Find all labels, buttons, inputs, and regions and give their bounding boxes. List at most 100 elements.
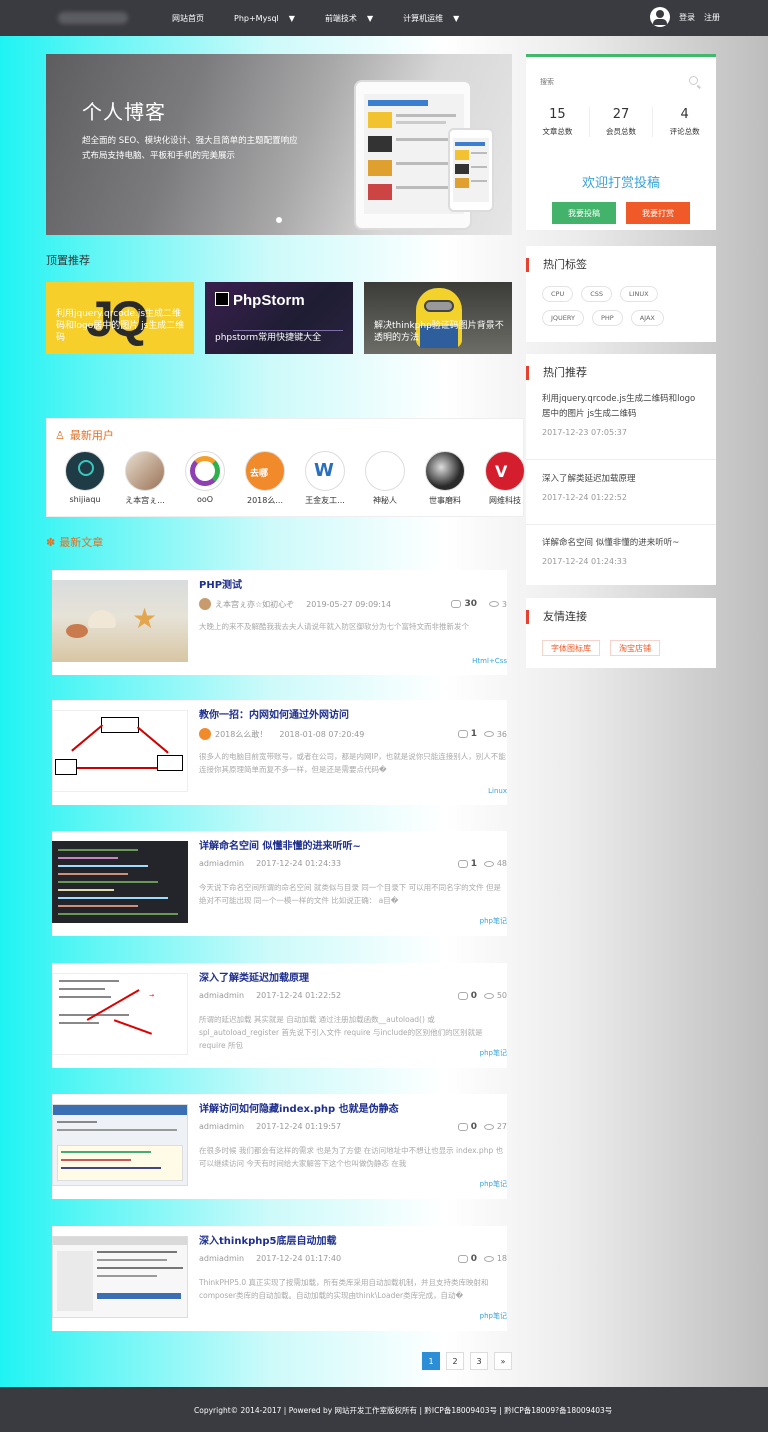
eye-icon xyxy=(483,1255,494,1262)
tag-cpu[interactable]: CPU xyxy=(542,286,574,302)
top-recommend-title: 顶置推荐 xyxy=(46,254,90,267)
user-item[interactable]: 去哪 2018么... xyxy=(235,451,295,506)
article-title[interactable]: PHP测试 xyxy=(199,576,242,591)
article-thumbnail[interactable]: ★ xyxy=(52,580,188,662)
tag-jquery[interactable]: JQUERY xyxy=(542,310,584,326)
article-meta: admiadmin 2017-12-24 01:17:40 0 18 xyxy=(199,1253,507,1264)
article-thumbnail[interactable]: → xyxy=(52,973,188,1055)
search-stats-panel: 15文章总数 27会员总数 4评论总数 欢迎打赏投稿 我要投稿 我要打赏 xyxy=(526,54,716,230)
user-item[interactable]: 神秘人 xyxy=(355,451,415,506)
article-meta: admiadmin 2017-12-24 01:24:33 1 48 xyxy=(199,858,507,869)
nav-item-php-mysql[interactable]: Php+Mysql ▼ xyxy=(234,14,295,23)
article-title[interactable]: 深入thinkphp5底层自动加载 xyxy=(199,1232,337,1247)
hot-recommend-panel: 热门推荐 利用jquery.qrcode.js生成二维码和logo居中的图片 j… xyxy=(526,354,716,585)
site-logo[interactable] xyxy=(58,12,128,24)
article-excerpt: 今天说下命名空间所谓的命名空间 就类似与目录 同一个目录下 可以用不同名字的文件… xyxy=(199,883,502,905)
user-avatar-icon[interactable] xyxy=(650,7,670,27)
tag-ajax[interactable]: AJAX xyxy=(630,310,664,326)
article-thumbnail[interactable] xyxy=(52,1236,188,1318)
hero-banner[interactable]: 个人博客 超全面的 SEO、模块化设计、强大且简单的主题配置响应式布局支持电脑、… xyxy=(46,54,512,235)
phpstorm-logo: PhpStorm xyxy=(233,292,305,309)
author-avatar xyxy=(199,728,211,740)
eye-icon xyxy=(483,860,494,867)
article-excerpt: 在很多时候 我们都会有这样的需求 也是为了方便 在访问地址中不想让也显示 ind… xyxy=(199,1146,504,1168)
user-item[interactable]: え本宫ぇ... xyxy=(115,451,175,506)
article-title[interactable]: 教你一招：内网如何通过外网访问 xyxy=(199,706,349,721)
article-meta: admiadmin 2017-12-24 01:22:52 0 50 xyxy=(199,990,507,1001)
article-card[interactable]: → 深入了解类延迟加载原理 admiadmin 2017-12-24 01:22… xyxy=(52,963,507,1068)
nav-item-ops[interactable]: 计算机运维 ▼ xyxy=(403,13,459,24)
article-thumbnail[interactable] xyxy=(52,710,188,792)
article-category[interactable]: Html+Css xyxy=(472,657,507,665)
article-thumbnail[interactable] xyxy=(52,841,188,923)
comment-icon xyxy=(451,600,462,608)
banner-description: 超全面的 SEO、模块化设计、强大且简单的主题配置响应式布局支持电脑、平板和手机… xyxy=(82,136,298,161)
article-excerpt: 所谓的延迟加载 其实就是 自动加载 通过注册加载函数__autoload() 或… xyxy=(199,1015,483,1050)
latest-articles-title: ✽ 最新文章 xyxy=(46,535,104,550)
avatar: W xyxy=(305,451,345,491)
page-1-button[interactable]: 1 xyxy=(422,1352,440,1370)
login-link[interactable]: 登录 xyxy=(679,12,695,23)
reward-button[interactable]: 我要打赏 xyxy=(626,202,690,224)
article-category[interactable]: php笔记 xyxy=(480,1179,507,1189)
article-card[interactable]: 教你一招：内网如何通过外网访问 2018么么敢！ 2018-01-08 07:2… xyxy=(52,700,507,805)
tag-php[interactable]: PHP xyxy=(591,310,623,326)
carousel-dot[interactable] xyxy=(276,217,282,223)
nav-item-frontend[interactable]: 前端技术 ▼ xyxy=(325,13,373,24)
page-3-button[interactable]: 3 xyxy=(470,1352,488,1370)
register-link[interactable]: 注册 xyxy=(704,12,720,23)
footer: Copyright© 2014-2017 | Powered by 网站开发工作… xyxy=(0,1387,768,1432)
nav-item-home[interactable]: 网站首页 xyxy=(172,13,204,24)
tag-css[interactable]: CSS xyxy=(581,286,613,302)
pagination: 1 2 3 » xyxy=(422,1352,512,1370)
new-users-title: ♙ 最新用户 xyxy=(55,428,114,443)
avatar xyxy=(425,451,465,491)
user-item[interactable]: 世事磨料 xyxy=(415,451,475,506)
eye-icon xyxy=(483,731,494,737)
article-title[interactable]: 详解命名空间 似懂非懂的进来听听~ xyxy=(199,837,361,852)
hot-tags-title: 热门标签 xyxy=(526,258,587,272)
article-title[interactable]: 深入了解类延迟加载原理 xyxy=(199,969,309,984)
article-category[interactable]: php笔记 xyxy=(480,1311,507,1321)
caret-down-icon: ▼ xyxy=(366,13,374,23)
phone-image xyxy=(448,128,494,212)
hot-rec-item[interactable]: 深入了解类延迟加载原理 2017-12-24 01:22:52 xyxy=(542,472,702,502)
article-card[interactable]: 详解访问如何隐藏index.php 也就是伪静态 admiadmin 2017-… xyxy=(52,1094,507,1199)
top-card[interactable]: 解决thinkphp验证码图片背景不透明的方法 xyxy=(364,282,512,354)
hot-tags-panel: 热门标签 CPU CSS LINUX JQUERY PHP AJAX xyxy=(526,246,716,342)
top-card[interactable]: JQ 利用jquery.qrcode.js生成二维码和logo居中的图片 js生… xyxy=(46,282,194,354)
hot-rec-item[interactable]: 详解命名空间 似懂非懂的进来听听~ 2017-12-24 01:24:33 xyxy=(542,536,702,566)
top-card[interactable]: PhpStorm phpstorm常用快捷键大全 xyxy=(205,282,353,354)
avatar xyxy=(65,451,105,491)
avatar: 去哪 xyxy=(245,451,285,491)
copyright-text: Copyright© 2014-2017 | Powered by 网站开发工作… xyxy=(194,1406,613,1415)
user-item[interactable]: W 王金友工... xyxy=(295,451,355,506)
article-card[interactable]: 深入thinkphp5底层自动加载 admiadmin 2017-12-24 0… xyxy=(52,1226,507,1331)
friend-links-panel: 友情连接 字体图标库 淘宝店铺 xyxy=(526,598,716,668)
article-category[interactable]: Linux xyxy=(488,787,507,795)
user-item[interactable]: shijiaqu xyxy=(55,451,115,506)
avatar xyxy=(185,451,225,491)
article-card[interactable]: 详解命名空间 似懂非懂的进来听听~ admiadmin 2017-12-24 0… xyxy=(52,831,507,936)
article-card[interactable]: ★ PHP测试 え本宫ぇ亦☆如初心ぞ 2019-05-27 09:09:14 3… xyxy=(52,570,507,675)
article-meta: え本宫ぇ亦☆如初心ぞ 2019-05-27 09:09:14 30 3 xyxy=(199,598,507,610)
contribute-button[interactable]: 我要投稿 xyxy=(552,202,616,224)
comment-icon xyxy=(457,1254,468,1263)
article-category[interactable]: php笔记 xyxy=(480,1048,507,1058)
welcome-text: 欢迎打赏投稿 xyxy=(581,176,660,191)
page-2-button[interactable]: 2 xyxy=(446,1352,464,1370)
next-page-button[interactable]: » xyxy=(494,1352,512,1370)
article-excerpt: ThinkPHP5.0 真正实现了按需加载，所有类库采用自动加载机制，并且支持类… xyxy=(199,1278,489,1300)
banner-title: 个人博客 xyxy=(82,100,166,124)
comment-icon xyxy=(457,730,468,738)
friend-link[interactable]: 字体图标库 xyxy=(542,640,600,656)
article-category[interactable]: php笔记 xyxy=(480,916,507,926)
hot-rec-item[interactable]: 利用jquery.qrcode.js生成二维码和logo居中的图片 js生成二维… xyxy=(542,392,702,437)
user-item[interactable]: ooO xyxy=(175,451,235,506)
search-icon[interactable] xyxy=(689,76,698,85)
article-thumbnail[interactable] xyxy=(52,1104,188,1186)
article-title[interactable]: 详解访问如何隐藏index.php 也就是伪静态 xyxy=(199,1100,399,1115)
search-input[interactable] xyxy=(540,73,704,91)
tag-linux[interactable]: LINUX xyxy=(620,286,658,302)
friend-link[interactable]: 淘宝店铺 xyxy=(610,640,660,656)
